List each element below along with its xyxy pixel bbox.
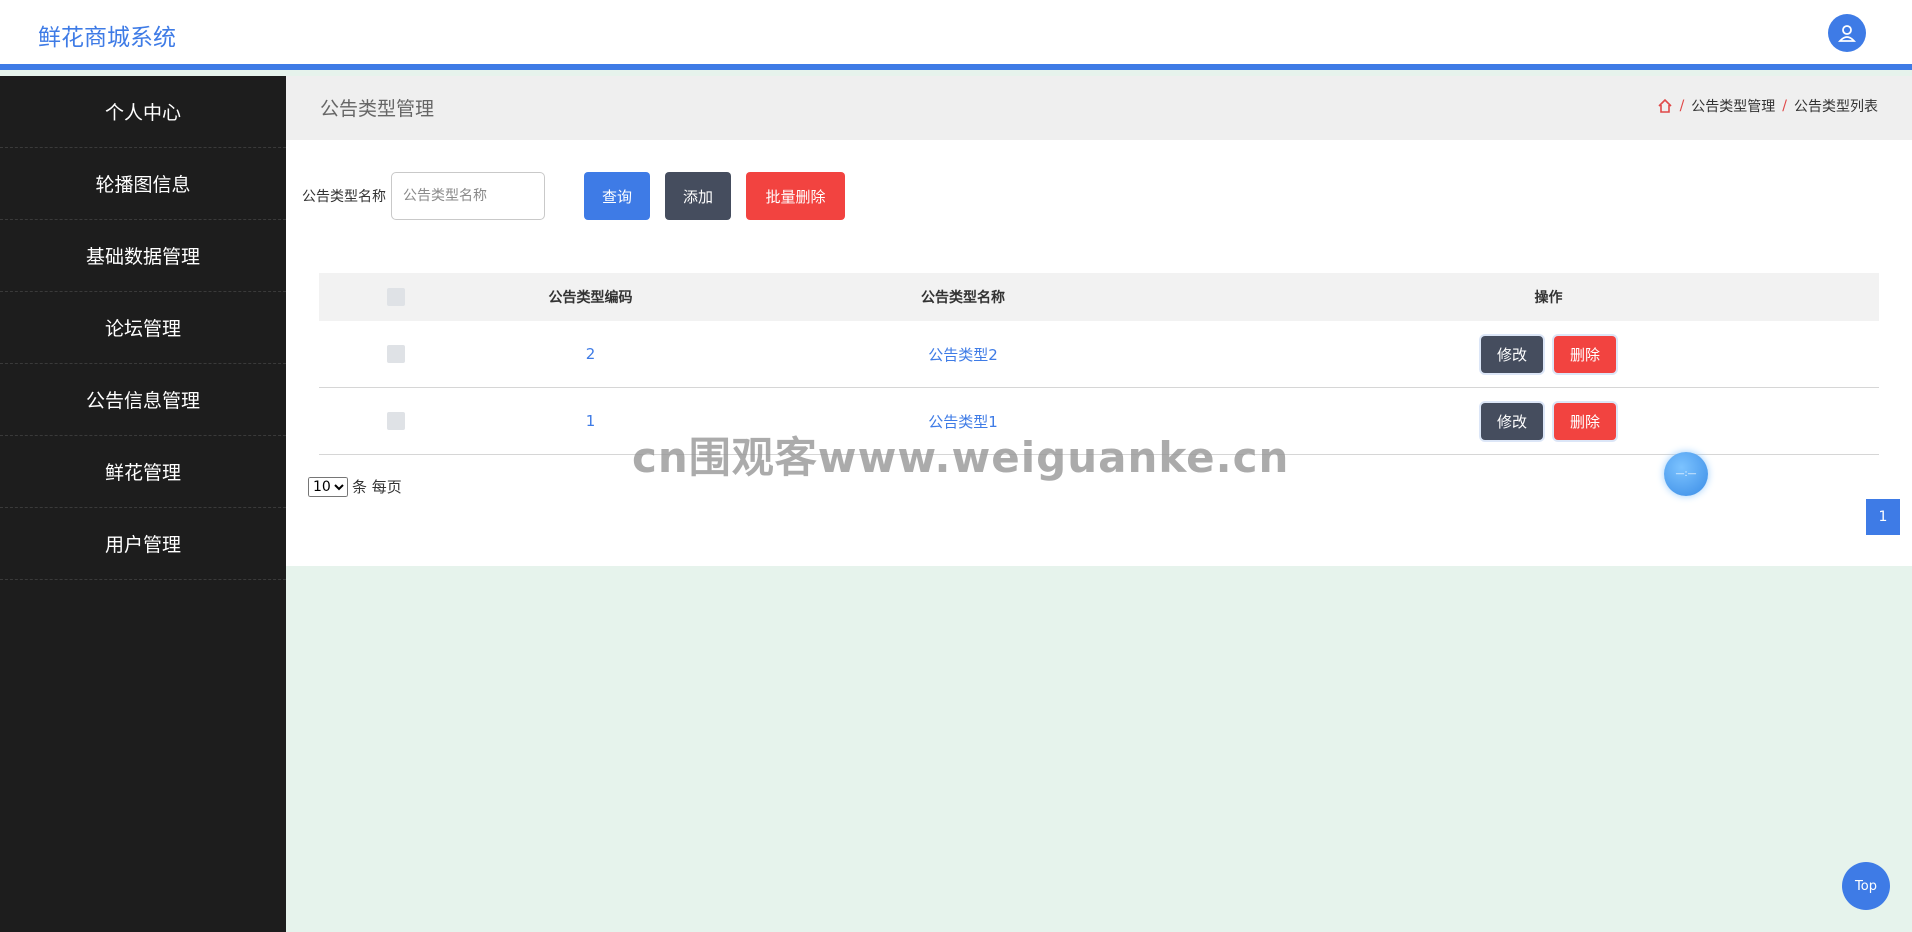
sidebar-item-label: 用户管理 (104, 534, 181, 556)
page-title: 公告类型管理 (320, 98, 435, 120)
user-avatar[interactable] (1828, 14, 1866, 52)
header-checkbox-cell (319, 288, 473, 306)
row-checkbox[interactable] (387, 412, 405, 430)
sidebar-item-base-data[interactable]: 基础数据管理 (0, 220, 286, 292)
cell-name: 公告类型2 (928, 345, 998, 364)
breadcrumb-item: 公告类型列表 (1794, 99, 1878, 115)
breadcrumb: / 公告类型管理 / 公告类型列表 (1657, 96, 1878, 116)
edit-button[interactable]: 修改 (1480, 402, 1543, 440)
sidebar-item-forum[interactable]: 论坛管理 (0, 292, 286, 364)
delete-button[interactable]: 删除 (1554, 335, 1617, 373)
add-button[interactable]: 添加 (665, 172, 731, 220)
app-title: 鲜花商城系统 (38, 25, 176, 51)
row-checkbox-cell (319, 345, 473, 363)
sidebar-item-label: 个人中心 (104, 102, 181, 124)
sidebar-item-label: 公告信息管理 (85, 390, 200, 412)
column-header-code: 公告类型编码 (548, 290, 633, 306)
batch-delete-button[interactable]: 批量删除 (746, 172, 845, 220)
row-checkbox[interactable] (387, 345, 405, 363)
main-content: 公告类型管理 / 公告类型管理 / 公告类型列表 公告类型名称 查询 添加 批量… (286, 76, 1912, 566)
breadcrumb-separator: / (1679, 98, 1685, 114)
sidebar-item-users[interactable]: 用户管理 (0, 508, 286, 580)
select-all-checkbox[interactable] (387, 288, 405, 306)
cell-actions: 修改 删除 (1218, 335, 1879, 373)
table-row: 2 公告类型2 修改 删除 (319, 321, 1879, 388)
sidebar-item-label: 轮播图信息 (95, 174, 191, 196)
back-to-top-button[interactable]: Top (1842, 862, 1890, 910)
sidebar-item-carousel[interactable]: 轮播图信息 (0, 148, 286, 220)
page-size-control: 10 条 每页 (308, 476, 402, 497)
sidebar-item-label: 基础数据管理 (85, 246, 200, 268)
watermark: cn围观客www.weiguanke.cn (632, 433, 1290, 482)
floating-ball[interactable]: —:— (1664, 452, 1708, 496)
column-header-actions: 操作 (1534, 290, 1563, 306)
search-input[interactable] (391, 172, 545, 220)
query-button[interactable]: 查询 (584, 172, 650, 220)
delete-button[interactable]: 删除 (1554, 402, 1617, 440)
row-checkbox-cell (319, 412, 473, 430)
breadcrumb-item[interactable]: 公告类型管理 (1691, 96, 1775, 116)
sidebar-item-label: 鲜花管理 (104, 462, 181, 484)
sidebar-item-flowers[interactable]: 鲜花管理 (0, 436, 286, 508)
sidebar: 个人中心 轮播图信息 基础数据管理 论坛管理 公告信息管理 鲜花管理 用户管理 (0, 76, 286, 932)
page-size-select[interactable]: 10 (308, 476, 348, 497)
sidebar-item-label: 论坛管理 (104, 318, 181, 340)
edit-button[interactable]: 修改 (1480, 335, 1543, 373)
page-number-button[interactable]: 1 (1866, 499, 1900, 535)
cell-actions: 修改 删除 (1218, 402, 1879, 440)
breadcrumb-separator: / (1782, 98, 1787, 114)
search-label: 公告类型名称 (302, 189, 386, 205)
home-icon[interactable] (1657, 98, 1673, 114)
header-bar: 公告类型管理 / 公告类型管理 / 公告类型列表 (286, 76, 1912, 140)
floating-ball-text: —:— (1675, 469, 1697, 479)
table-header: 公告类型编码 公告类型名称 操作 (319, 273, 1879, 321)
user-icon (1838, 25, 1856, 42)
column-header-name: 公告类型名称 (921, 290, 1005, 306)
search-bar: 公告类型名称 查询 添加 批量删除 (302, 172, 845, 220)
sidebar-item-personal-center[interactable]: 个人中心 (0, 76, 286, 148)
cell-code: 2 (585, 345, 596, 363)
page-size-suffix: 条 每页 (352, 478, 402, 496)
sidebar-item-notice[interactable]: 公告信息管理 (0, 364, 286, 436)
top-bar: 鲜花商城系统 (0, 0, 1912, 70)
